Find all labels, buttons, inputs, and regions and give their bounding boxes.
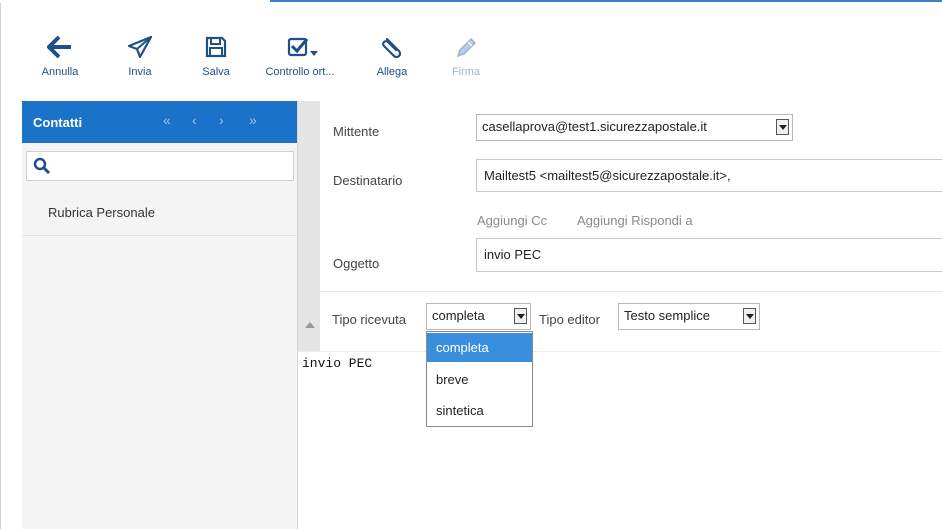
dropdown-option-breve[interactable]: breve: [427, 365, 532, 394]
destinatario-value: Mailtest5 <mailtest5@sicurezzapostale.it…: [484, 168, 731, 183]
send-icon: [127, 36, 153, 58]
message-body-editor[interactable]: [298, 351, 942, 530]
destinatario-label: Destinatario: [333, 173, 403, 188]
oggetto-label: Oggetto: [333, 256, 380, 271]
allega-label: Allega: [376, 66, 408, 78]
pen-icon: [456, 37, 477, 58]
firma-label: Firma: [451, 66, 481, 78]
firma-button[interactable]: Firma: [446, 36, 486, 78]
toolbar: Annulla Invia Salva Controllo ort... All…: [0, 0, 942, 100]
controllo-label: Controllo ort...: [265, 66, 335, 78]
option-label: sintetica: [436, 403, 484, 418]
nav-prev-icon[interactable]: ‹: [192, 112, 197, 128]
nav-next-icon[interactable]: ›: [219, 112, 224, 128]
contacts-sidebar: Contatti « ‹ › » Rubrica Personale: [22, 101, 298, 529]
sidebar-item-rubrica-personale[interactable]: Rubrica Personale: [22, 205, 297, 236]
spellcheck-icon: [287, 37, 318, 57]
annulla-label: Annulla: [41, 66, 79, 78]
controllo-ortografico-button[interactable]: Controllo ort...: [258, 36, 342, 78]
option-label: breve: [436, 372, 469, 387]
tipo-ricevuta-dropdown: completa breve sintetica: [426, 331, 533, 427]
tipo-ricevuta-label: Tipo ricevuta: [332, 312, 406, 327]
dropdown-option-completa[interactable]: completa: [427, 333, 532, 362]
save-icon: [205, 36, 227, 58]
invia-label: Invia: [128, 66, 152, 78]
nav-last-icon[interactable]: »: [249, 112, 257, 128]
annulla-button[interactable]: Annulla: [34, 36, 86, 78]
destinatario-input[interactable]: Mailtest5 <mailtest5@sicurezzapostale.it…: [476, 159, 942, 192]
collapse-up-icon[interactable]: [305, 322, 315, 328]
mittente-select[interactable]: casellaprova@test1.sicurezzapostale.it: [476, 114, 793, 141]
dropdown-option-sintetica[interactable]: sintetica: [427, 396, 532, 425]
oggetto-input[interactable]: invio PEC: [476, 238, 942, 272]
chevron-down-icon[interactable]: [514, 308, 527, 324]
aggiungi-rispondi-link[interactable]: Aggiungi Rispondi a: [577, 213, 693, 228]
paperclip-icon: [382, 37, 402, 58]
contacts-header: Contatti « ‹ › »: [22, 101, 297, 143]
form-collapse-gutter: [298, 101, 320, 351]
chevron-down-icon[interactable]: [743, 308, 756, 324]
contacts-search-input[interactable]: [26, 151, 294, 181]
tipo-ricevuta-value: completa: [432, 308, 485, 323]
mittente-value: casellaprova@test1.sicurezzapostale.it: [482, 119, 707, 134]
form-separator: [320, 291, 942, 292]
message-body-text: invio PEC: [302, 356, 373, 371]
arrow-left-icon: [47, 36, 71, 58]
tipo-ricevuta-select[interactable]: completa: [426, 303, 531, 330]
salva-button[interactable]: Salva: [194, 36, 238, 78]
option-label: completa: [436, 340, 489, 355]
sidebar-item-label: Rubrica Personale: [48, 205, 155, 220]
tipo-editor-select[interactable]: Testo semplice: [618, 303, 760, 330]
tipo-editor-label: Tipo editor: [539, 312, 600, 327]
oggetto-value: invio PEC: [484, 247, 542, 262]
mittente-label: Mittente: [333, 124, 380, 139]
nav-first-icon[interactable]: «: [163, 112, 171, 128]
aggiungi-cc-link[interactable]: Aggiungi Cc: [477, 213, 547, 228]
allega-button[interactable]: Allega: [370, 36, 414, 78]
invia-button[interactable]: Invia: [118, 36, 162, 78]
search-icon: [33, 157, 51, 175]
chevron-down-icon[interactable]: [776, 119, 789, 135]
contacts-title: Contatti: [33, 115, 83, 130]
tipo-editor-value: Testo semplice: [624, 308, 710, 323]
salva-label: Salva: [202, 66, 230, 78]
